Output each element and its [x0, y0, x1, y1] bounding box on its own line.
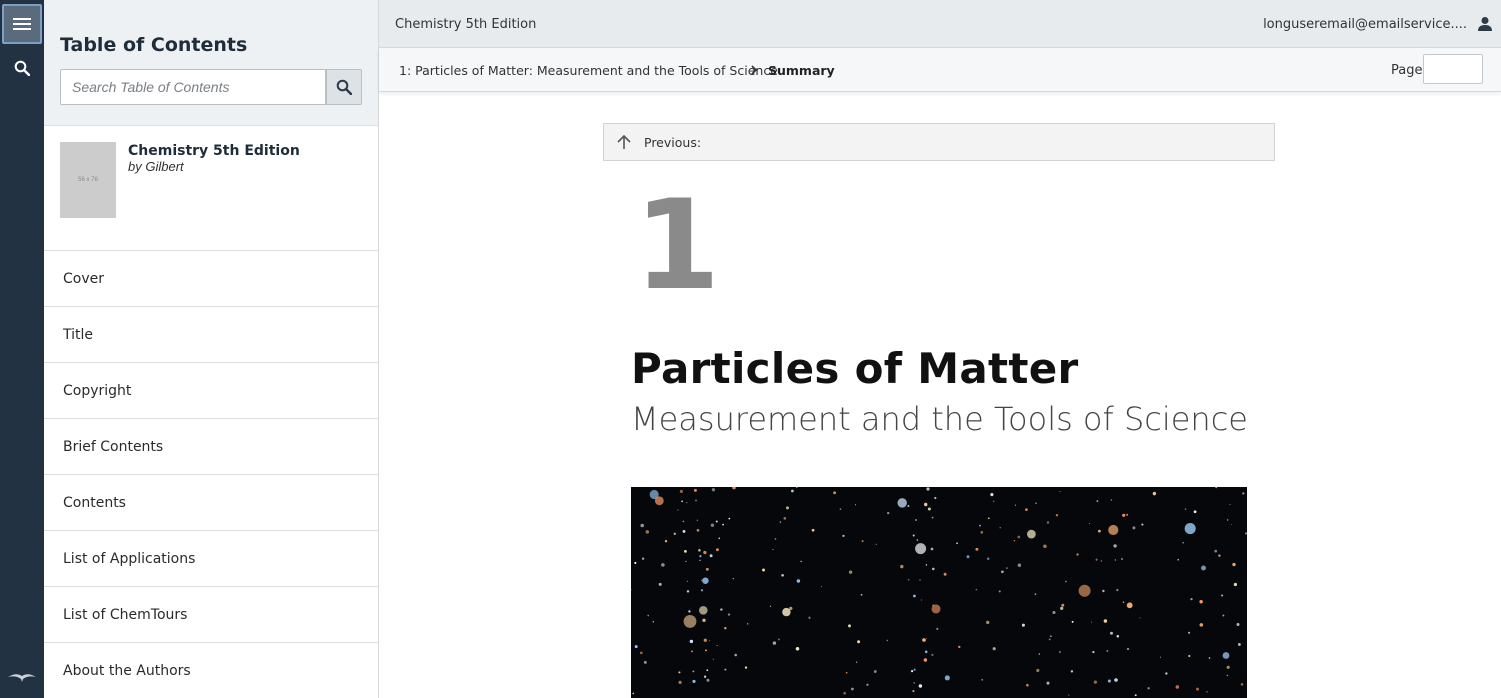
- book-cover-thumbnail: 56 x 76: [60, 142, 116, 218]
- toc-header: Table of Contents: [44, 0, 378, 126]
- toc-item-list-of-applications[interactable]: List of Applications: [44, 530, 378, 586]
- chapter-title: Particles of Matter: [631, 344, 1079, 393]
- publisher-logo-icon: [8, 674, 36, 682]
- top-bar: Chemistry 5th Edition longuseremail@emai…: [379, 0, 1501, 48]
- page-label: Page: [1391, 63, 1423, 78]
- toc-item-contents[interactable]: Contents: [44, 474, 378, 530]
- book-title: Chemistry 5th Edition: [128, 143, 300, 159]
- previous-label: Previous:: [644, 134, 702, 150]
- search-icon: [14, 60, 30, 76]
- toc-item-list-of-chemtours[interactable]: List of ChemTours: [44, 586, 378, 642]
- arrow-up-icon: [617, 134, 631, 149]
- chapter-hero-image: [631, 487, 1247, 698]
- rail-search-button[interactable]: [2, 48, 42, 88]
- toc-item-label: About the Authors: [63, 662, 191, 679]
- toc-item-label: List of ChemTours: [63, 606, 188, 623]
- book-name: Chemistry 5th Edition: [395, 17, 537, 32]
- toc-item-label: Brief Contents: [63, 438, 164, 455]
- toc-item-about-the-authors[interactable]: About the Authors: [44, 642, 378, 698]
- toc-sidebar: Table of Contents 56 x 76 Chemistry 5th …: [44, 0, 379, 698]
- left-rail: [0, 0, 44, 698]
- page-number-input[interactable]: [1423, 54, 1483, 84]
- breadcrumb-current: Summary: [768, 63, 835, 78]
- hamburger-icon: [13, 18, 31, 30]
- deep-field-galaxies-image: [631, 487, 1247, 697]
- toc-item-title[interactable]: Title: [44, 306, 378, 362]
- toc-item-label: Cover: [63, 270, 104, 287]
- toc-item-label: List of Applications: [63, 550, 196, 567]
- toc-title: Table of Contents: [60, 34, 248, 56]
- chapter-number: 1: [634, 174, 721, 318]
- user-icon[interactable]: [1477, 16, 1493, 32]
- toc-item-brief-contents[interactable]: Brief Contents: [44, 418, 378, 474]
- book-author: by Gilbert: [128, 159, 184, 174]
- cover-placeholder-text: 56 x 76: [78, 177, 98, 183]
- breadcrumb: 1: Particles of Matter: Measurement and …: [379, 48, 1501, 92]
- chapter-subtitle: Measurement and the Tools of Science: [631, 400, 1248, 438]
- search-icon: [336, 79, 352, 95]
- toc-item-label: Title: [63, 326, 94, 343]
- user-email[interactable]: longuseremail@emailservice....: [1263, 17, 1467, 32]
- toc-search-input[interactable]: [60, 69, 326, 105]
- toc-search-button[interactable]: [326, 69, 362, 105]
- toc-item-label: Copyright: [63, 382, 132, 399]
- chevron-right-icon: [751, 65, 758, 75]
- previous-section-link[interactable]: Previous:: [603, 123, 1275, 161]
- toc-item-cover[interactable]: Cover: [44, 250, 378, 306]
- toc-item-copyright[interactable]: Copyright: [44, 362, 378, 418]
- menu-button[interactable]: [2, 4, 42, 44]
- breadcrumb-chapter-link[interactable]: 1: Particles of Matter: Measurement and …: [399, 63, 778, 78]
- toc-item-label: Contents: [63, 494, 126, 511]
- toc-list: Cover Title Copyright Brief Contents Con…: [44, 250, 378, 698]
